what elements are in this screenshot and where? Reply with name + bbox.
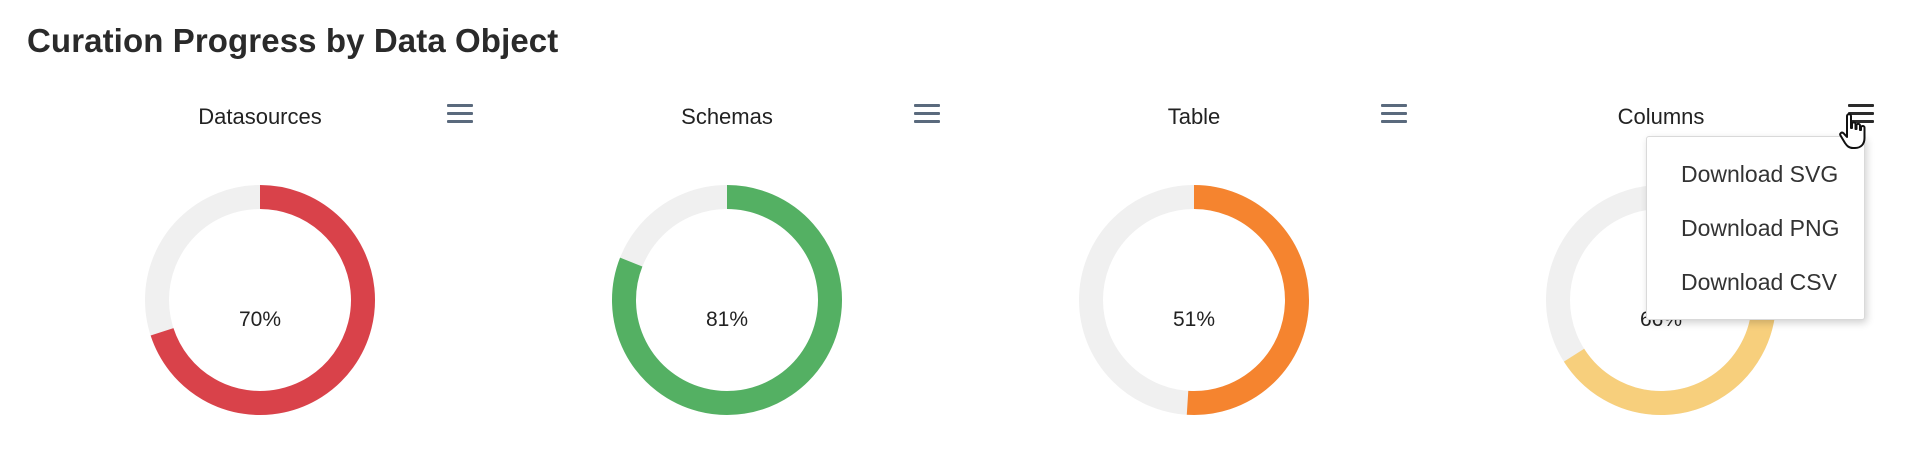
page-title: Curation Progress by Data Object bbox=[27, 22, 559, 59]
hamburger-menu-icon bbox=[1848, 103, 1874, 107]
chart-menu-button[interactable] bbox=[912, 100, 942, 126]
donut-value-label: 51% bbox=[1173, 308, 1215, 331]
donut-chart: 81% bbox=[612, 185, 842, 415]
donut-value-arc bbox=[1186, 185, 1309, 415]
donut-chart: 70% bbox=[145, 185, 375, 415]
download-png-menu-item[interactable]: Download PNG bbox=[1647, 201, 1864, 255]
download-svg-menu-item[interactable]: Download SVG bbox=[1647, 147, 1864, 201]
chart-title: Schemas bbox=[681, 104, 773, 129]
download-csv-menu-item[interactable]: Download CSV bbox=[1647, 255, 1864, 309]
donut-chart: 51% bbox=[1079, 185, 1309, 415]
chart-title: Columns bbox=[1617, 104, 1705, 129]
chart-menu-button[interactable] bbox=[1379, 100, 1409, 126]
chart-menu-button[interactable] bbox=[1846, 100, 1876, 126]
chart-panel-table: Table 51% bbox=[959, 90, 1429, 450]
chart-panel-schemas: Schemas 81% bbox=[492, 90, 962, 450]
chart-title: Datasources bbox=[198, 104, 322, 129]
hamburger-menu-icon bbox=[1381, 103, 1407, 107]
hamburger-menu-icon bbox=[914, 103, 940, 107]
chart-menu-button[interactable] bbox=[445, 100, 475, 126]
hamburger-menu-icon bbox=[447, 103, 473, 107]
donut-value-label: 81% bbox=[706, 308, 748, 331]
chart-panel-datasources: Datasources 70% bbox=[25, 90, 495, 450]
chart-title: Table bbox=[1167, 104, 1221, 129]
donut-value-label: 70% bbox=[239, 308, 281, 331]
export-dropdown-menu: Download SVG Download PNG Download CSV bbox=[1646, 136, 1865, 320]
